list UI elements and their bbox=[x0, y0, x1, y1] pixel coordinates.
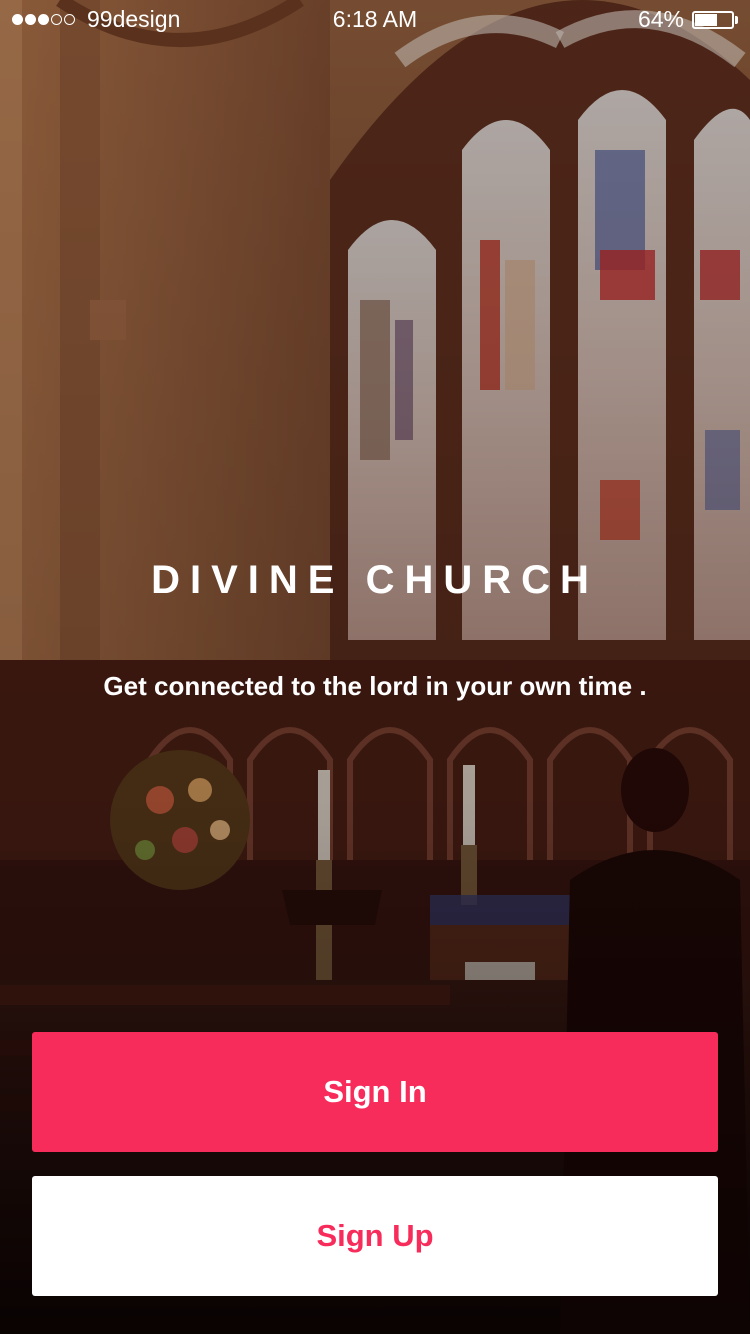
welcome-screen: 99design 6:18 AM 64% DIVINE CHURCH Get c… bbox=[0, 0, 750, 1334]
battery-level-fill bbox=[695, 14, 718, 26]
sign-up-button[interactable]: Sign Up bbox=[32, 1176, 718, 1296]
tagline: Get connected to the lord in your own ti… bbox=[103, 671, 647, 701]
status-bar: 99design 6:18 AM 64% bbox=[0, 0, 750, 40]
battery-nub bbox=[735, 16, 738, 24]
battery-icon bbox=[692, 11, 734, 29]
battery-percent: 64% bbox=[637, 6, 684, 32]
app-title: DIVINE CHURCH bbox=[151, 558, 599, 602]
sign-in-button[interactable]: Sign In bbox=[32, 1032, 718, 1152]
